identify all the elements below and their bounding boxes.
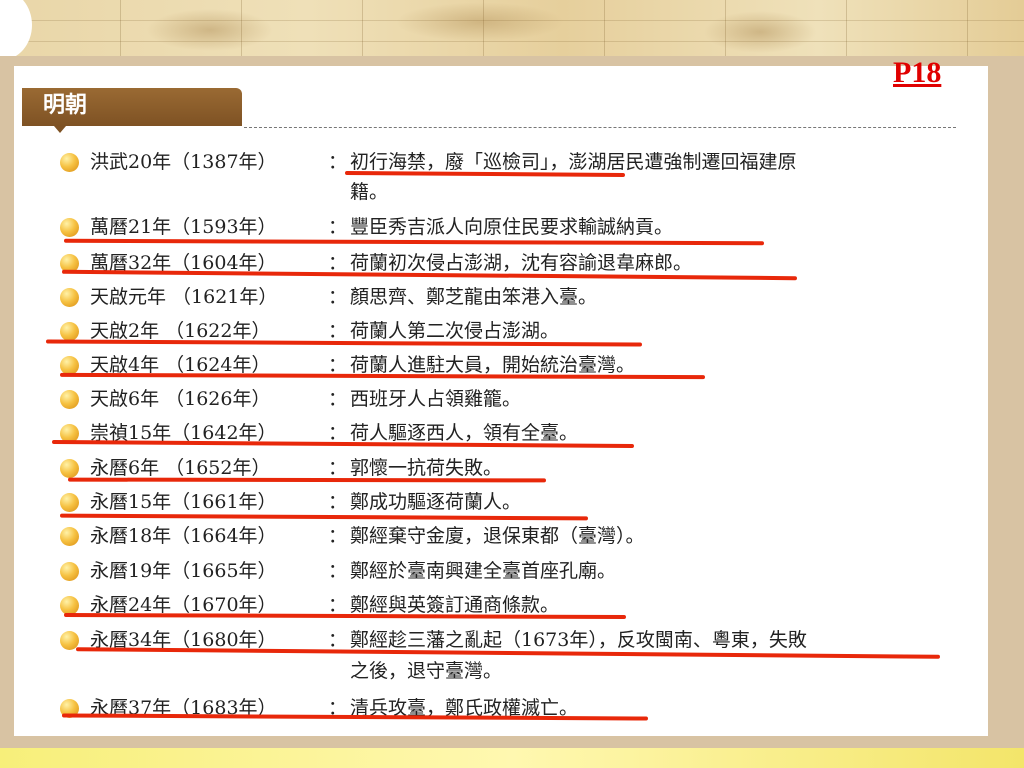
event-description: 鄭經於臺南興建全臺首座孔廟。 [350, 560, 617, 582]
bullet-icon [60, 562, 79, 581]
event-description: 西班牙人占領雞籠。 [350, 388, 522, 410]
event-description: 豐臣秀吉派人向原住民要求輸誠納貢。 [350, 216, 674, 238]
colon-separator: ： [328, 560, 348, 582]
event-date: 洪武20年（1387年） [90, 151, 277, 173]
bullet-icon [60, 493, 79, 512]
event-date: 萬曆21年（1593年） [90, 216, 277, 238]
event-date: 永曆37年（1683年） [90, 697, 277, 719]
colon-separator: ： [328, 491, 348, 513]
dashed-divider [244, 127, 956, 128]
bullet-icon [60, 218, 79, 237]
event-date: 天啟元年 （1621年） [90, 286, 278, 308]
colon-separator: ： [328, 216, 348, 238]
bottom-yellow-strip [0, 748, 1024, 768]
bullet-icon [60, 288, 79, 307]
bullet-icon [60, 153, 79, 172]
event-date: 永曆19年（1665年） [90, 560, 277, 582]
event-date: 天啟6年 （1626年） [90, 388, 271, 410]
bullet-icon [60, 390, 79, 409]
event-description: 鄭經棄守金廈，退保東都（臺灣）。 [350, 525, 645, 547]
event-continuation: 之後，退守臺灣。 [350, 660, 503, 682]
page-number: P18 [893, 56, 942, 89]
event-date: 永曆18年（1664年） [90, 525, 277, 547]
event-description: 顏思齊、鄭芝龍由笨港入臺。 [350, 286, 598, 308]
world-map-banner [0, 0, 1024, 62]
underline-annotation [67, 477, 547, 483]
bullet-icon [60, 527, 79, 546]
event-description: 鄭成功驅逐荷蘭人。 [350, 491, 522, 513]
event-continuation: 籍。 [350, 181, 389, 203]
bullet-icon [60, 459, 79, 478]
section-title: 明朝 [43, 93, 88, 118]
bullet-icon [60, 322, 79, 341]
event-date: 永曆15年（1661年） [90, 491, 277, 513]
colon-separator: ： [328, 525, 348, 547]
colon-separator: ： [328, 286, 348, 308]
colon-separator: ： [328, 388, 348, 410]
